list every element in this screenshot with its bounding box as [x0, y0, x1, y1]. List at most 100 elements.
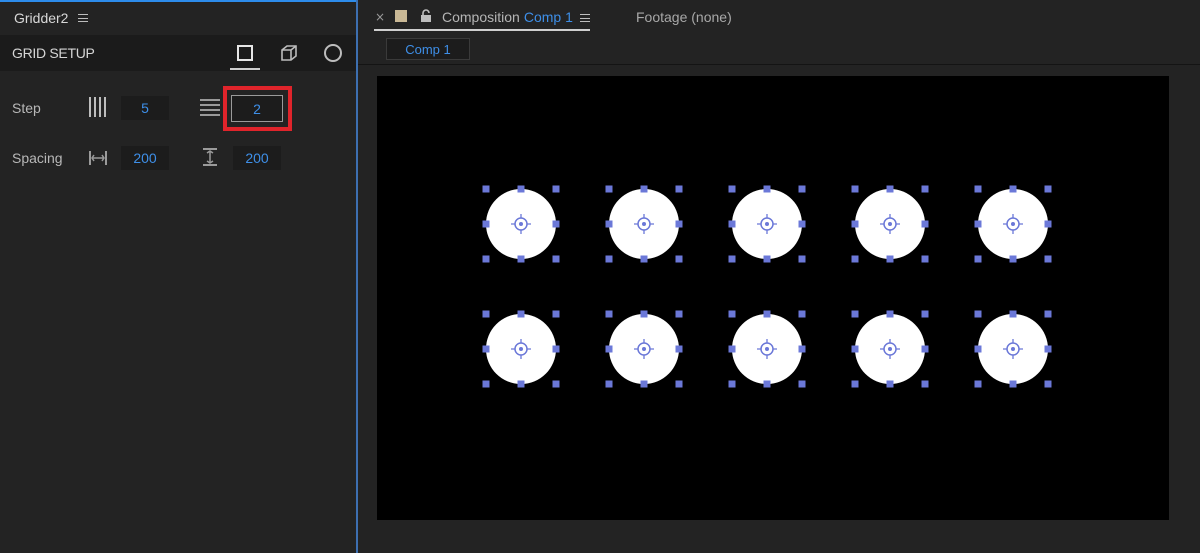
transform-handle[interactable] [1044, 310, 1052, 318]
breadcrumb-comp[interactable]: Comp 1 [386, 38, 470, 60]
transform-handle[interactable] [974, 255, 982, 263]
transform-handle[interactable] [921, 310, 929, 318]
transform-handle[interactable] [1009, 380, 1017, 388]
circle-layer[interactable] [851, 310, 929, 388]
transform-handle[interactable] [675, 380, 683, 388]
composition-tab[interactable]: Composition Comp 1 [442, 9, 573, 25]
circle-layer[interactable] [728, 310, 806, 388]
transform-handle[interactable] [851, 220, 859, 228]
close-tab-icon[interactable]: × [375, 10, 385, 24]
transform-handle[interactable] [482, 310, 490, 318]
transform-handle[interactable] [675, 185, 683, 193]
circle-layer[interactable] [605, 185, 683, 263]
circle-layer[interactable] [482, 185, 560, 263]
transform-handle[interactable] [728, 220, 736, 228]
transform-handle[interactable] [552, 185, 560, 193]
transform-handle[interactable] [552, 380, 560, 388]
transform-handle[interactable] [763, 185, 771, 193]
transform-handle[interactable] [974, 310, 982, 318]
transform-handle[interactable] [640, 380, 648, 388]
transform-handle[interactable] [675, 345, 683, 353]
transform-handle[interactable] [1009, 185, 1017, 193]
transform-handle[interactable] [798, 380, 806, 388]
transform-handle[interactable] [517, 185, 525, 193]
transform-handle[interactable] [798, 310, 806, 318]
transform-handle[interactable] [517, 310, 525, 318]
vertical-spacing-field[interactable]: 200 [233, 146, 281, 170]
circle-mode-button[interactable] [318, 39, 348, 67]
gridder-tab[interactable]: Gridder2 [0, 0, 96, 35]
circle-layer[interactable] [851, 185, 929, 263]
transform-handle[interactable] [921, 345, 929, 353]
transform-handle[interactable] [640, 310, 648, 318]
transform-handle[interactable] [517, 255, 525, 263]
transform-handle[interactable] [482, 380, 490, 388]
transform-handle[interactable] [728, 310, 736, 318]
transform-handle[interactable] [552, 220, 560, 228]
transform-handle[interactable] [605, 345, 613, 353]
transform-handle[interactable] [728, 380, 736, 388]
transform-handle[interactable] [675, 310, 683, 318]
transform-handle[interactable] [605, 310, 613, 318]
transform-handle[interactable] [886, 380, 894, 388]
transform-handle[interactable] [1009, 255, 1017, 263]
transform-handle[interactable] [605, 185, 613, 193]
transform-handle[interactable] [675, 220, 683, 228]
circle-layer[interactable] [482, 310, 560, 388]
transform-handle[interactable] [851, 345, 859, 353]
transform-handle[interactable] [886, 310, 894, 318]
transform-handle[interactable] [921, 255, 929, 263]
transform-handle[interactable] [482, 185, 490, 193]
transform-handle[interactable] [1044, 185, 1052, 193]
transform-handle[interactable] [886, 185, 894, 193]
lock-icon[interactable] [420, 9, 432, 23]
transform-handle[interactable] [763, 310, 771, 318]
transform-handle[interactable] [886, 255, 894, 263]
transform-handle[interactable] [482, 255, 490, 263]
transform-handle[interactable] [552, 345, 560, 353]
cube-mode-button[interactable] [274, 39, 304, 67]
transform-handle[interactable] [974, 220, 982, 228]
transform-handle[interactable] [482, 220, 490, 228]
transform-handle[interactable] [798, 185, 806, 193]
transform-handle[interactable] [482, 345, 490, 353]
transform-handle[interactable] [763, 255, 771, 263]
circle-layer[interactable] [974, 310, 1052, 388]
transform-handle[interactable] [728, 255, 736, 263]
panel-menu-icon[interactable] [78, 13, 89, 22]
transform-handle[interactable] [921, 380, 929, 388]
transform-handle[interactable] [605, 220, 613, 228]
transform-handle[interactable] [552, 310, 560, 318]
transform-handle[interactable] [1044, 380, 1052, 388]
transform-handle[interactable] [763, 380, 771, 388]
transform-handle[interactable] [798, 220, 806, 228]
transform-handle[interactable] [851, 255, 859, 263]
transform-handle[interactable] [1044, 220, 1052, 228]
transform-handle[interactable] [851, 310, 859, 318]
transform-handle[interactable] [798, 255, 806, 263]
transform-handle[interactable] [605, 255, 613, 263]
transform-handle[interactable] [974, 185, 982, 193]
composition-menu-icon[interactable] [580, 14, 590, 22]
footage-tab[interactable]: Footage (none) [636, 9, 732, 25]
transform-handle[interactable] [675, 255, 683, 263]
transform-handle[interactable] [552, 255, 560, 263]
composition-viewer[interactable] [377, 76, 1169, 520]
transform-handle[interactable] [640, 185, 648, 193]
transform-handle[interactable] [798, 345, 806, 353]
transform-handle[interactable] [851, 380, 859, 388]
transform-handle[interactable] [605, 380, 613, 388]
columns-step-field[interactable]: 5 [121, 96, 169, 120]
circle-layer[interactable] [605, 310, 683, 388]
rows-step-field[interactable]: 2 [231, 95, 283, 122]
transform-handle[interactable] [728, 345, 736, 353]
transform-handle[interactable] [851, 185, 859, 193]
transform-handle[interactable] [1044, 255, 1052, 263]
circle-layer[interactable] [728, 185, 806, 263]
transform-handle[interactable] [728, 185, 736, 193]
transform-handle[interactable] [640, 255, 648, 263]
transform-handle[interactable] [921, 185, 929, 193]
transform-handle[interactable] [517, 380, 525, 388]
circle-layer[interactable] [974, 185, 1052, 263]
horizontal-spacing-field[interactable]: 200 [121, 146, 169, 170]
